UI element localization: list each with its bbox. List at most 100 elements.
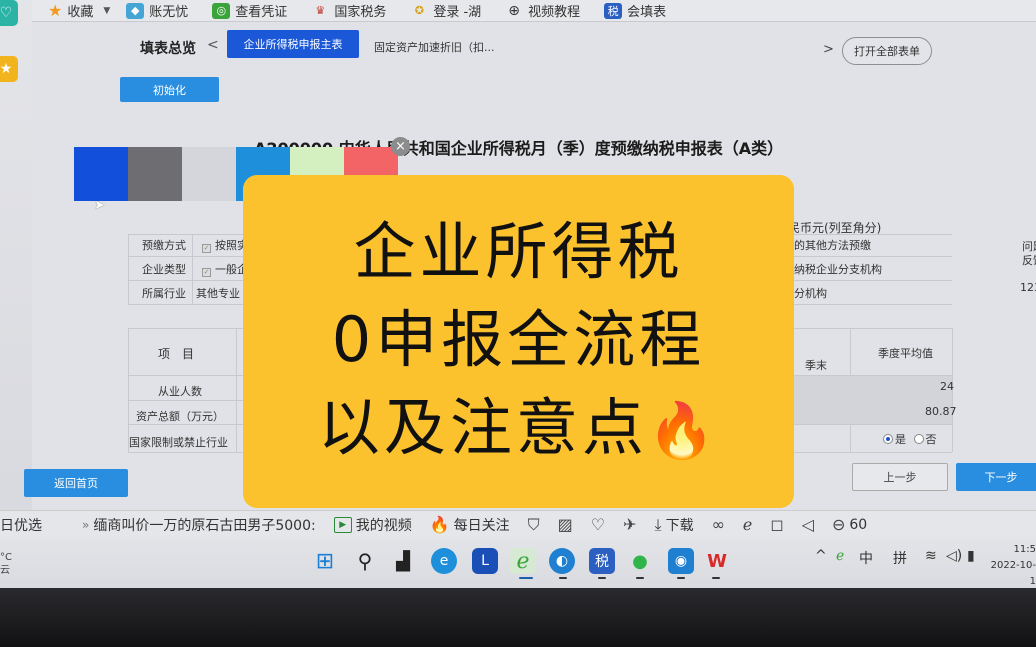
system-clock[interactable]: 11:5 2022-10-1 — [990, 542, 1036, 590]
favorites-bar: ★ 收藏 ▼ ◆ 账无忧 ◎ 查看凭证 ♛ 国家税务 ✪ 登录 -湖 ⊕ 视频教… — [32, 0, 1036, 22]
radio-yes[interactable] — [883, 434, 893, 444]
prepay-method-option[interactable]: ✓ 按照实 — [202, 237, 248, 253]
tax-app-icon[interactable]: 税 — [589, 548, 615, 574]
browser-e-icon[interactable]: e — [431, 548, 457, 574]
previous-step-button[interactable]: 上一步 — [852, 463, 948, 491]
star-icon: ★ — [48, 1, 63, 20]
status-daily-follow[interactable]: 🔥 每日关注 — [430, 515, 510, 535]
chevron-left-icon[interactable]: < — [207, 37, 219, 53]
dock-star-icon[interactable]: ★ — [0, 56, 18, 82]
status-news-ticker[interactable]: » 缅商叫价一万的原石古田男子5000: — [82, 515, 316, 535]
tray-expand-icon[interactable]: ^ — [815, 548, 827, 564]
task-view-icon[interactable]: ▟ — [390, 548, 416, 574]
boost-button[interactable]: ✈ — [623, 515, 636, 534]
search-icon[interactable]: ⚲ — [352, 548, 378, 574]
ime-mode[interactable]: 拼 — [893, 548, 907, 568]
security-shield-icon[interactable]: L — [472, 548, 498, 574]
zoom-out-icon: ⊖ — [831, 515, 846, 534]
radio-no[interactable] — [913, 434, 924, 444]
wechat-icon[interactable]: ● — [627, 548, 653, 574]
tax-emblem-icon: ♛ — [315, 4, 326, 17]
favorite-item[interactable]: 税 会填表 — [604, 1, 666, 20]
close-icon[interactable]: × — [391, 137, 410, 156]
industry-label: 所属行业 — [142, 287, 186, 300]
tray-ie-icon[interactable]: ℯ — [836, 548, 844, 564]
restricted-industry-radio[interactable]: 是 否 — [883, 431, 937, 447]
incognito-icon: ∞ — [711, 515, 725, 534]
favorite-item[interactable]: ◆ 账无忧 — [126, 1, 188, 20]
side-number: 123 — [1020, 281, 1036, 294]
status-my-videos[interactable]: ▶ 我的视频 — [333, 515, 412, 535]
employees-label: 从业人数 — [158, 385, 202, 398]
zoom-control[interactable]: ⊖ 60 — [832, 515, 867, 534]
tab-corporate-income-tax-main[interactable]: 企业所得税申报主表 — [227, 30, 359, 58]
feedback-link[interactable]: 问题反馈 — [1022, 240, 1036, 268]
incognito-button[interactable]: ∞ — [712, 515, 725, 534]
favorite-item[interactable]: ◎ 查看凭证 — [212, 1, 287, 20]
form-toolbar: 填表总览 < 企业所得税申报主表 固定资产加速折旧（扣... > 打开全部表单 — [32, 30, 1036, 70]
total-assets-avg-value[interactable]: 80.87 — [925, 405, 957, 418]
volume-button[interactable]: ◁ — [802, 515, 814, 534]
ime-language[interactable]: 中 — [859, 548, 873, 568]
dock-app-icon[interactable]: ♡ — [0, 0, 18, 26]
employees-avg-value[interactable]: 24 — [940, 380, 954, 393]
swatch[interactable] — [74, 147, 128, 201]
chevron-down-icon[interactable]: ▼ — [103, 6, 110, 16]
emblem-icon: ✪ — [414, 4, 424, 17]
favorite-item[interactable]: ★ 收藏 — [48, 1, 93, 20]
speaker-icon: ◁ — [801, 515, 814, 534]
wps-icon[interactable]: W — [704, 548, 730, 574]
chevron-right-icon[interactable]: > — [823, 42, 834, 57]
heart-pulse-icon: ♡ — [590, 515, 606, 534]
initialize-button[interactable]: 初始化 — [120, 77, 219, 102]
app-circle-icon[interactable]: ◉ — [668, 548, 694, 574]
next-step-button[interactable]: 下一步 — [956, 463, 1036, 491]
banner-line-2: 0申报全流程 — [331, 303, 706, 376]
ie-mode-button[interactable]: ℯ — [743, 515, 752, 534]
favorite-item[interactable]: ⊕ 视频教程 — [505, 1, 580, 21]
wifi-icon[interactable]: ≋ — [925, 548, 937, 564]
banner-line-3: 以及注意点🔥 — [317, 391, 720, 464]
battery-icon[interactable]: ▮ — [967, 548, 975, 564]
tax-app-icon: 税 — [604, 2, 623, 19]
window-button[interactable]: ◻ — [770, 515, 783, 534]
table-header-quarter-end: 季末 — [805, 359, 827, 372]
upload-circle-icon: ⊕ — [508, 2, 521, 19]
back-home-button[interactable]: 返回首页 — [24, 469, 128, 497]
download-button[interactable]: ⤓ 下载 — [655, 515, 694, 535]
checkbox-icon[interactable]: ✓ — [202, 268, 211, 277]
voucher-icon: ◎ — [212, 2, 231, 19]
window-icon: ◻ — [770, 515, 784, 534]
image-button[interactable]: ▨ — [558, 515, 573, 534]
mouse-cursor-icon: ➤ — [94, 198, 105, 213]
table-header-item: 项 目 — [158, 347, 195, 361]
fire-icon: 🔥 — [429, 515, 450, 534]
ie-icon: ℯ — [742, 515, 753, 534]
open-all-forms-button[interactable]: 打开全部表单 — [842, 37, 932, 65]
ie-browser-icon[interactable]: ℯ — [510, 548, 536, 574]
windows-start-icon[interactable]: ⊞ — [312, 548, 338, 574]
prepay-method-label: 预缴方式 — [142, 239, 186, 252]
favorite-item[interactable]: ♛ 国家税务 — [311, 1, 386, 20]
speaker-icon[interactable]: ◁) — [946, 548, 962, 564]
shield-button[interactable]: ⛉ — [528, 515, 540, 535]
swatch[interactable] — [182, 147, 236, 201]
status-daily-picks[interactable]: 日优选 — [0, 515, 42, 535]
favorite-item[interactable]: ✪ 登录 -湖 — [410, 1, 481, 20]
edge-icon[interactable]: ◐ — [549, 548, 575, 574]
checkbox-icon[interactable]: ✓ — [202, 244, 211, 253]
swatch[interactable] — [128, 147, 182, 201]
play-icon: ▶ — [333, 516, 352, 533]
download-icon: ⤓ — [654, 514, 662, 534]
title-banner: 企业所得税 0申报全流程 以及注意点🔥 — [243, 175, 794, 508]
weather-widget[interactable]: °C 云 — [0, 551, 12, 577]
chevron-double-down-icon: » — [82, 517, 90, 532]
tab-fixed-asset-depreciation[interactable]: 固定资产加速折旧（扣... — [374, 39, 495, 55]
overview-label[interactable]: 填表总览 — [140, 38, 196, 58]
health-button[interactable]: ♡ — [591, 515, 605, 534]
restricted-industry-label: 国家限制或禁止行业 — [129, 436, 228, 449]
enterprise-type-option[interactable]: ✓ 一般企 — [202, 261, 248, 277]
shield-icon: ⛉ — [527, 514, 540, 534]
rocket-icon: ✈ — [623, 515, 637, 534]
browser-status-bar: 日优选 » 缅商叫价一万的原石古田男子5000: ▶ 我的视频 🔥 每日关注 ⛉ ▨ … — [0, 510, 1036, 538]
